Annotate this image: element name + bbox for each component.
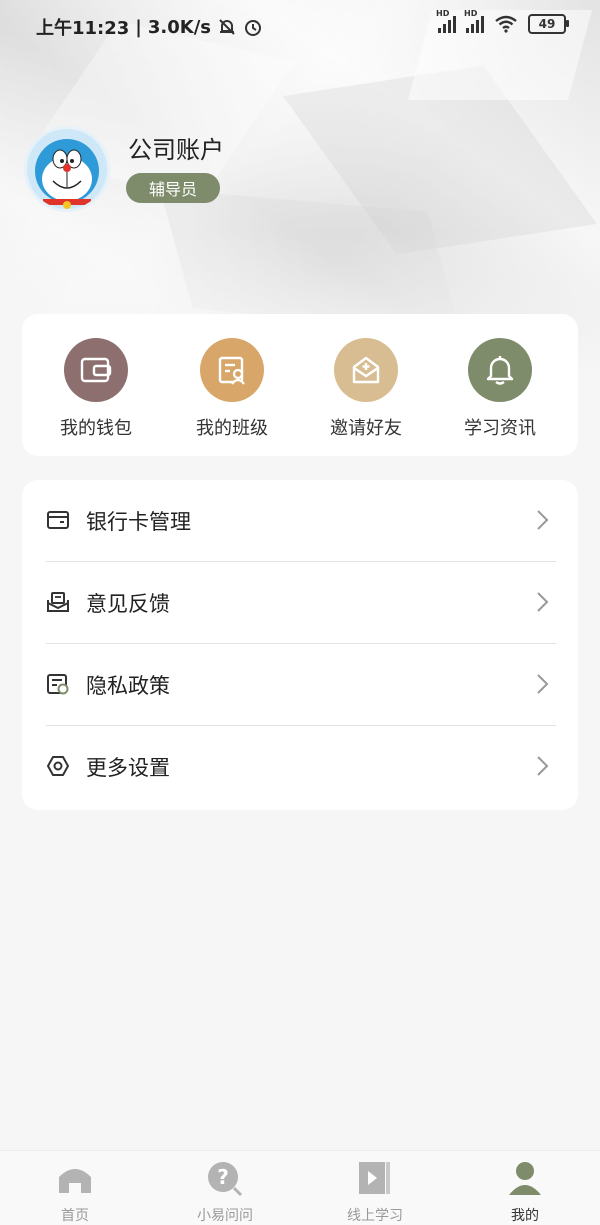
bell-icon — [468, 338, 532, 402]
avatar-cartoon-icon — [35, 139, 99, 209]
card-icon — [47, 511, 69, 529]
menu-item-label: 意见反馈 — [86, 592, 170, 616]
status-bar: 上午11:23 | 3.0K/s HD HD 49 — [0, 0, 600, 52]
hd-label: HD — [436, 9, 450, 18]
account-name: 公司账户 — [128, 136, 224, 164]
wifi-icon — [495, 15, 517, 33]
menu-item-privacy[interactable]: 隐私政策 — [22, 644, 578, 726]
hd-label: HD — [464, 9, 478, 18]
tab-ask[interactable]: ? 小易问问 — [165, 1159, 285, 1225]
question-icon: ? — [208, 1162, 243, 1197]
quick-action-class[interactable]: 我的班级 — [172, 338, 292, 440]
mute-bell-icon — [219, 19, 235, 35]
battery-icon: 49 — [528, 14, 569, 34]
bottom-tab-bar: 首页 ? 小易问问 线上学习 我的 — [0, 1150, 600, 1225]
home-icon — [59, 1169, 91, 1193]
svg-text:?: ? — [217, 1165, 229, 1189]
settings-menu: 银行卡管理 意见反馈 隐私政策 更多设置 — [22, 480, 578, 810]
menu-item-label: 更多设置 — [86, 756, 170, 780]
settings-icon — [47, 756, 69, 776]
menu-item-label: 银行卡管理 — [86, 510, 191, 534]
video-icon — [359, 1162, 390, 1194]
wallet-icon — [64, 338, 128, 402]
privacy-icon — [47, 674, 69, 695]
role-badge: 辅导员 — [126, 173, 220, 203]
menu-item-bank-card[interactable]: 银行卡管理 — [22, 480, 578, 562]
quick-action-label: 我的班级 — [196, 418, 268, 439]
tab-label: 线上学习 — [347, 1208, 403, 1224]
tab-mine[interactable]: 我的 — [465, 1159, 585, 1225]
tab-label: 首页 — [61, 1208, 89, 1224]
menu-item-more-settings[interactable]: 更多设置 — [22, 726, 578, 808]
alarm-icon — [245, 20, 261, 36]
quick-action-label: 我的钱包 — [60, 418, 132, 439]
network-speed: 3.0K/s — [147, 16, 211, 38]
chevron-right-icon — [537, 756, 549, 776]
class-icon — [200, 338, 264, 402]
quick-actions-card: 我的钱包 我的班级 邀请好友 学习资讯 — [22, 314, 578, 456]
avatar[interactable] — [24, 126, 110, 212]
status-time: 上午11:23 — [36, 18, 130, 39]
chevron-right-icon — [537, 592, 549, 612]
tab-home[interactable]: 首页 — [15, 1159, 135, 1225]
user-icon — [509, 1162, 541, 1195]
quick-action-label: 学习资讯 — [464, 418, 536, 439]
chevron-right-icon — [537, 510, 549, 530]
feedback-icon — [47, 592, 69, 612]
quick-action-invite[interactable]: 邀请好友 — [306, 338, 426, 440]
invite-icon — [334, 338, 398, 402]
status-separator: | — [135, 16, 142, 38]
quick-action-label: 邀请好友 — [330, 418, 402, 439]
tab-online-learning[interactable]: 线上学习 — [315, 1159, 435, 1225]
signal-icon: HD — [464, 9, 484, 33]
quick-action-news[interactable]: 学习资讯 — [440, 338, 560, 440]
signal-icon: HD — [436, 9, 456, 33]
chevron-right-icon — [537, 674, 549, 694]
tab-label: 我的 — [511, 1208, 539, 1224]
battery-level: 49 — [538, 17, 556, 31]
menu-item-label: 隐私政策 — [86, 674, 170, 698]
tab-label: 小易问问 — [197, 1208, 253, 1224]
quick-action-wallet[interactable]: 我的钱包 — [36, 338, 156, 440]
menu-item-feedback[interactable]: 意见反馈 — [22, 562, 578, 644]
